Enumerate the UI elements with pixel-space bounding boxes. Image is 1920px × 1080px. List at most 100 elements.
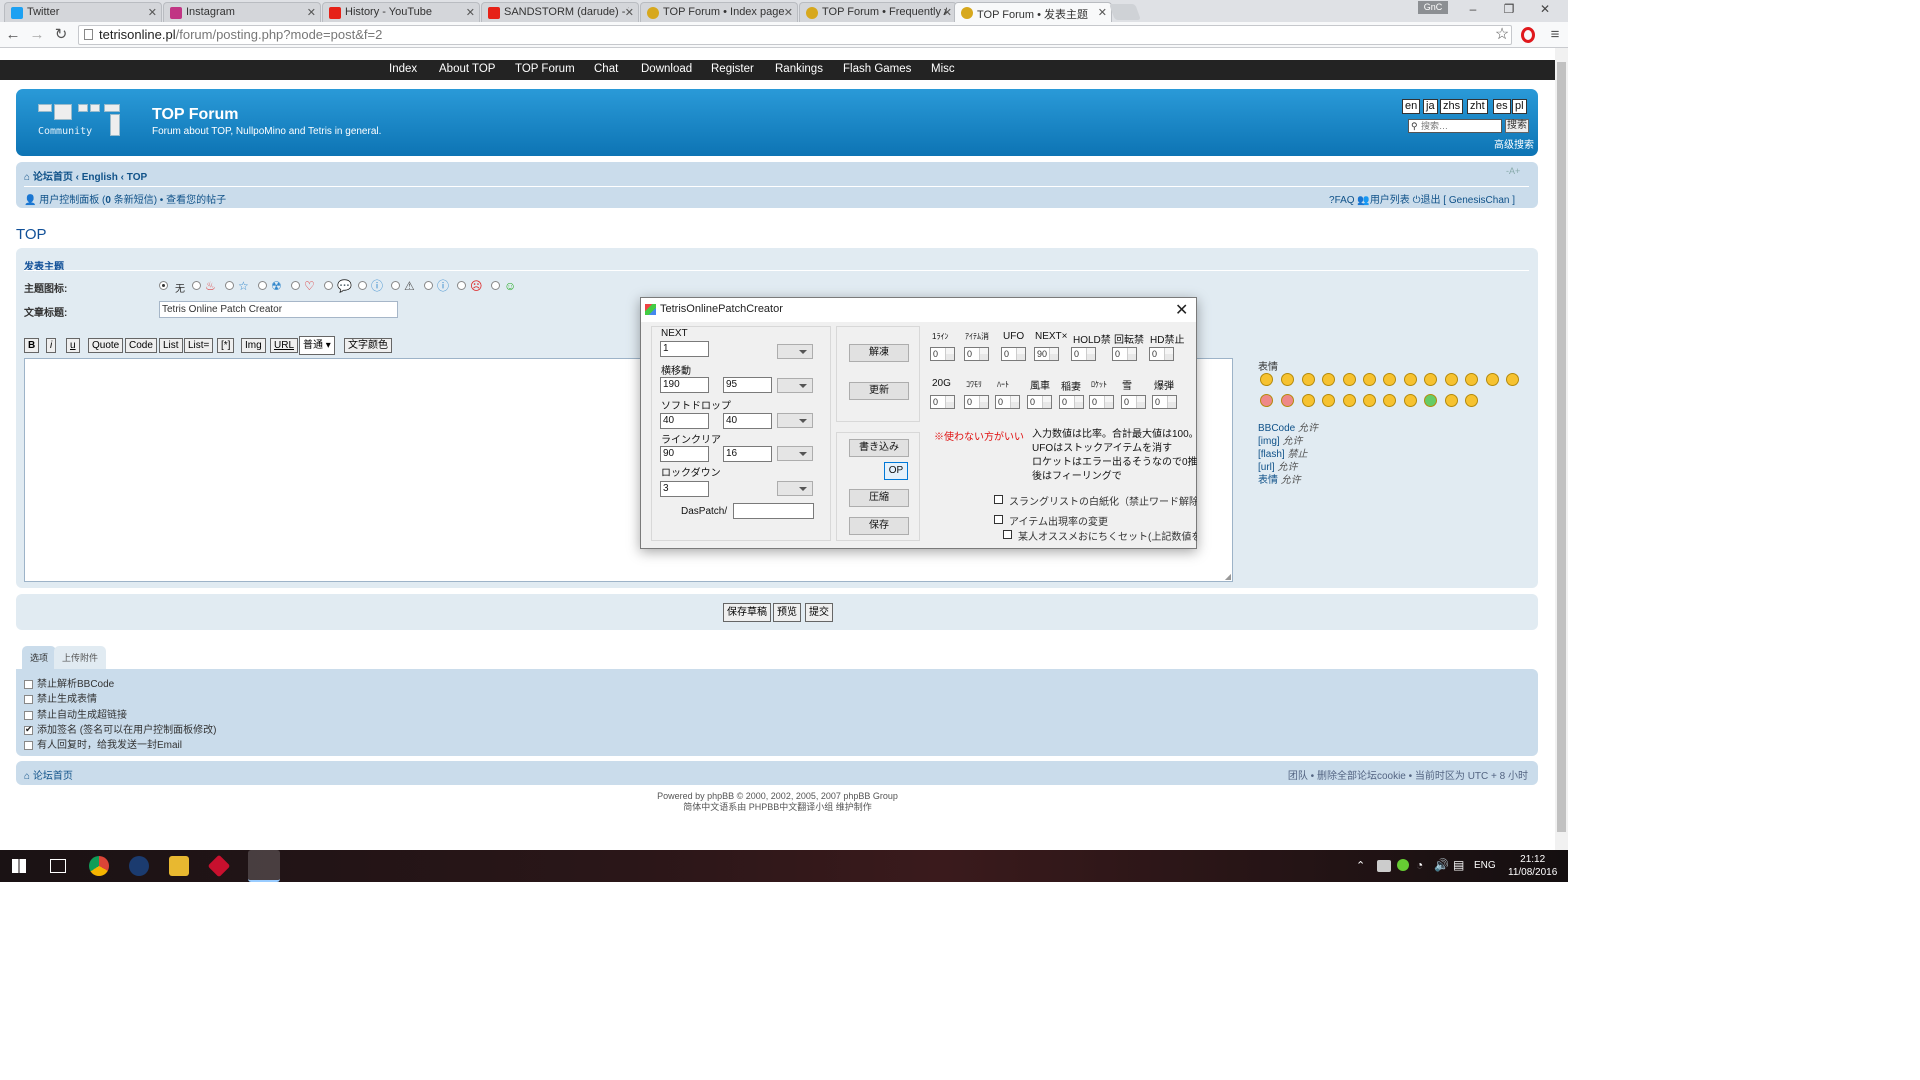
profile-button[interactable]: GnC (1418, 1, 1448, 14)
lock-down-input[interactable]: 3 (660, 481, 709, 497)
clock[interactable]: 21:12 11/08/2016 (1508, 853, 1557, 879)
chrome-icon[interactable] (89, 856, 109, 876)
close-icon[interactable]: ✕ (307, 6, 316, 19)
slang-list-checkbox[interactable] (994, 495, 1003, 504)
minimize-icon[interactable]: – (1458, 2, 1488, 18)
save-button[interactable]: 保存 (849, 517, 909, 535)
line-clear-input-a[interactable]: 90 (660, 446, 709, 462)
checkbox[interactable] (24, 740, 33, 750)
spinner-windmill[interactable]: 0 (1027, 395, 1052, 409)
smiley-icon[interactable] (1281, 394, 1294, 407)
spinner-heart[interactable]: 0 (995, 395, 1020, 409)
tray-app-icon[interactable] (1377, 860, 1391, 872)
close-icon[interactable]: ✕ (943, 6, 952, 19)
scrollbar-thumb[interactable] (1557, 62, 1566, 832)
list-item-button[interactable]: [*] (217, 338, 235, 353)
bookmark-star-icon[interactable]: ☆ (1493, 26, 1511, 44)
smiley-icon[interactable] (1363, 394, 1376, 407)
spinner-snow[interactable]: 0 (1121, 395, 1146, 409)
option-disable-smilies[interactable]: 禁止生成表情 (24, 690, 97, 705)
checkbox[interactable] (24, 679, 33, 689)
search-input[interactable]: ⚲ 搜索… (1408, 119, 1502, 133)
nav-about[interactable]: About TOP (439, 63, 495, 75)
preview-button[interactable]: 预览 (773, 603, 801, 622)
topic-icon-radio[interactable] (491, 281, 500, 290)
soft-drop-input-a[interactable]: 40 (660, 413, 709, 429)
advanced-search-link[interactable]: 高级搜索 (1494, 136, 1534, 151)
yoko-input-a[interactable]: 190 (660, 377, 709, 393)
preset-checkbox[interactable] (1003, 530, 1012, 539)
option-attach-signature[interactable]: 添加签名 (签名可以在用户控制面板修改) (24, 721, 216, 736)
footer-links[interactable]: 团队 • 删除全部论坛cookie • 当前时区为 UTC + 8 小时 (1288, 767, 1528, 782)
smiley-icon[interactable] (1424, 373, 1437, 386)
font-color-button[interactable]: 文字颜色 (344, 338, 392, 353)
members-link[interactable]: 用户列表 (1370, 195, 1410, 206)
wifi-icon[interactable]: ◔ (1416, 858, 1423, 872)
option-disable-bbcode[interactable]: 禁止解析BBCode (24, 675, 114, 690)
nav-flash-games[interactable]: Flash Games (843, 63, 911, 75)
tab-top-post[interactable]: TOP Forum • 发表主题 ✕ (954, 2, 1112, 22)
breadcrumb-english[interactable]: English (82, 172, 118, 183)
footer-home-link[interactable]: 论坛首页 (33, 771, 73, 782)
topic-icon-radio[interactable] (457, 281, 466, 290)
smiley-icon[interactable] (1322, 394, 1335, 407)
subject-field[interactable]: Tetris Online Patch Creator (159, 301, 398, 318)
smiley-icon[interactable] (1302, 394, 1315, 407)
spinner-rocket[interactable]: 0 (1089, 395, 1114, 409)
checkbox-checked[interactable] (24, 724, 33, 735)
faq-link[interactable]: FAQ (1335, 195, 1355, 206)
spinner-hd-ban[interactable]: 0 (1149, 347, 1174, 361)
quote-button[interactable]: Quote (88, 338, 124, 353)
tab-sandstorm[interactable]: SANDSTORM (darude) - Y ✕ (481, 2, 639, 22)
search-button[interactable]: 搜索 (1505, 119, 1529, 133)
topic-icon-radio[interactable] (192, 281, 201, 290)
logout-link[interactable]: 退出 [ GenesisChan ] (1421, 195, 1515, 206)
pm-link[interactable]: 条新短信) • 查看您的帖子 (114, 195, 226, 206)
nav-forum[interactable]: TOP Forum (515, 63, 575, 75)
smiley-icon[interactable] (1281, 373, 1294, 386)
topic-icon-radio[interactable] (258, 281, 267, 290)
smiley-icon[interactable] (1424, 394, 1437, 407)
back-icon[interactable]: ← (4, 26, 22, 44)
underline-button[interactable]: u (66, 338, 80, 353)
reload-icon[interactable]: ↻ (52, 26, 70, 44)
topic-icon-radio[interactable] (225, 281, 234, 290)
topic-icon-radio[interactable] (424, 281, 433, 290)
ucp-link[interactable]: 用户控制面板 (39, 195, 99, 206)
op-button[interactable]: OP (884, 462, 908, 480)
decode-button[interactable]: 解凍 (849, 344, 909, 362)
tab-twitter[interactable]: Twitter ✕ (4, 2, 162, 22)
topic-icon-radio[interactable] (291, 281, 300, 290)
smiley-icon[interactable] (1302, 373, 1315, 386)
volume-icon[interactable]: 🔊 (1434, 858, 1449, 872)
smiley-icon[interactable] (1383, 373, 1396, 386)
smiley-icon[interactable] (1322, 373, 1335, 386)
nav-misc[interactable]: Misc (931, 63, 955, 75)
spinner-rotation-ban[interactable]: 0 (1112, 347, 1137, 361)
spinner-1line[interactable]: 0 (930, 347, 955, 361)
tray-chevron-icon[interactable]: ⌃ (1356, 859, 1365, 872)
language-indicator[interactable]: ENG (1474, 860, 1496, 871)
topic-icon-radio[interactable] (324, 281, 333, 290)
line-clear-input-b[interactable]: 16 (723, 446, 772, 462)
spinner-next-multiplier[interactable]: 90 (1034, 347, 1059, 361)
code-button[interactable]: Code (125, 338, 157, 353)
lang-zht[interactable]: zht (1467, 99, 1488, 114)
smiley-icon[interactable] (1445, 394, 1458, 407)
window-titlebar[interactable]: TetrisOnlinePatchCreator ✕ (641, 298, 1196, 322)
smiley-icon[interactable] (1343, 394, 1356, 407)
write-button[interactable]: 書き込み (849, 439, 909, 457)
notifications-icon[interactable]: ▤ (1453, 858, 1464, 872)
tray-status-icon[interactable] (1397, 859, 1409, 871)
close-window-icon[interactable]: ✕ (1530, 2, 1560, 18)
next-input[interactable]: 1 (660, 341, 709, 357)
spinner-ufo[interactable]: 0 (1001, 347, 1026, 361)
item-rate-checkbox[interactable] (994, 515, 1003, 524)
smiley-icon[interactable] (1404, 373, 1417, 386)
app-icon[interactable] (207, 854, 231, 878)
close-icon[interactable]: ✕ (148, 6, 157, 19)
img-button[interactable]: Img (241, 338, 266, 353)
nav-index[interactable]: Index (389, 63, 417, 75)
close-icon[interactable]: ✕ (784, 6, 793, 19)
resize-handle-icon[interactable]: ◢ (1225, 572, 1231, 581)
